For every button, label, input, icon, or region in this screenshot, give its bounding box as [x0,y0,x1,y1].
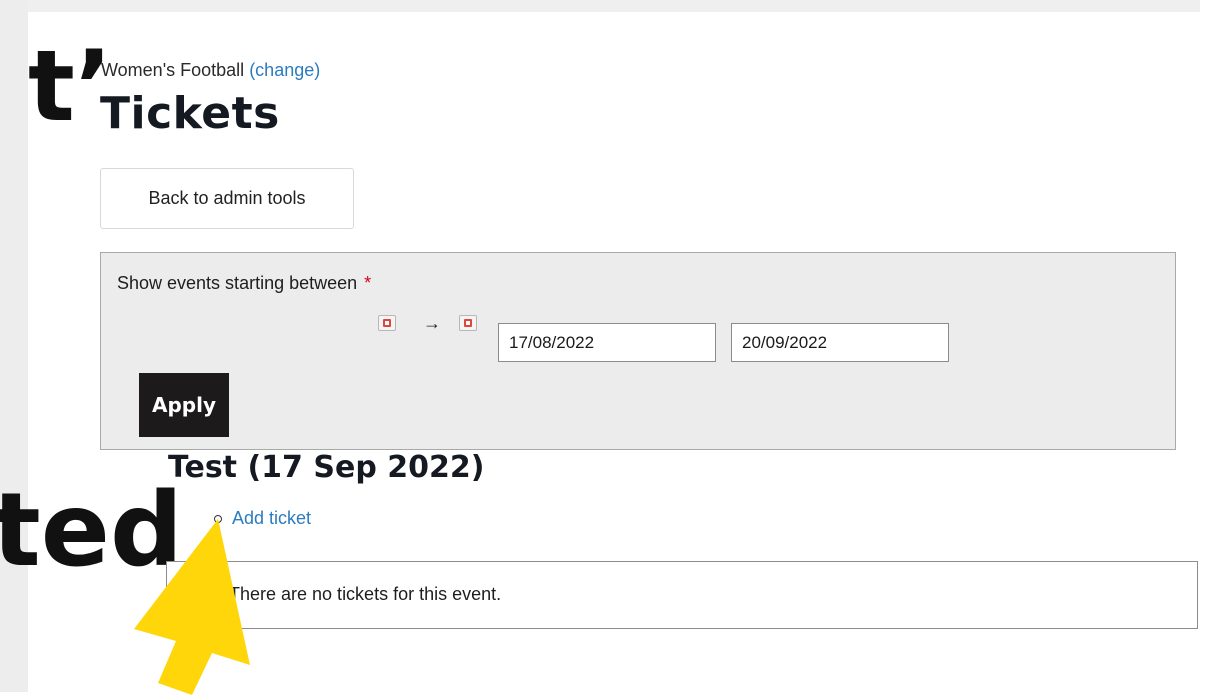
yellow-pointer-arrow-icon [134,519,250,695]
filter-label-text: Show events starting between [117,273,358,293]
calendar-icon[interactable] [459,315,477,331]
apply-button[interactable]: Apply [139,373,229,437]
page-title: Tickets [100,88,280,139]
filter-label: Show events starting between * [117,273,371,294]
calendar-icon[interactable] [378,315,396,331]
required-marker: * [364,273,372,293]
back-to-admin-tools-button[interactable]: Back to admin tools [100,168,354,229]
change-context-link[interactable]: (change) [249,60,320,80]
range-arrow-icon: → [423,313,441,333]
start-date-input[interactable] [498,323,716,362]
event-title: Test (17 Sep 2022) [168,450,485,485]
top-background-strip [0,0,1215,12]
event-date-filter-panel: Show events starting between * → Apply [100,252,1176,450]
end-date-input[interactable] [731,323,949,362]
empty-tickets-message-box: There are no tickets for this event. [166,561,1198,629]
context-name: Women's Football [101,60,245,80]
right-background-gutter [1200,0,1215,692]
context-breadcrumb: Women's Football (change) [101,60,320,81]
